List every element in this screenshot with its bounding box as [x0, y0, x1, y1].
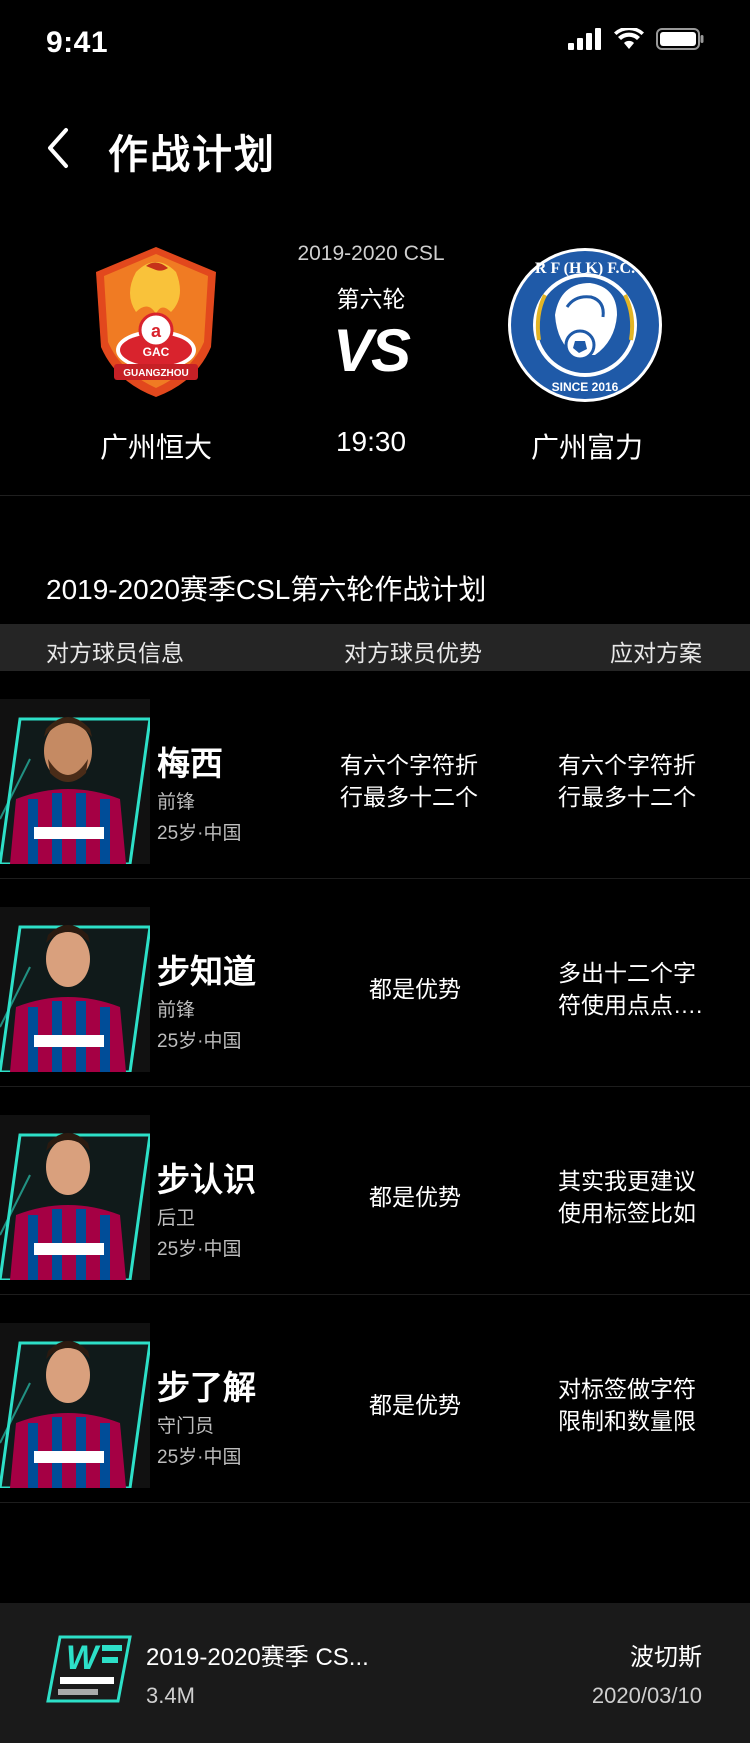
player-position: 前锋	[157, 1000, 196, 1021]
player-position: 后卫	[157, 1208, 196, 1229]
player-countermeasure: 多出十二个字符使用点点….	[558, 960, 703, 1018]
home-team-name: 广州恒大	[99, 432, 212, 463]
nav-bar: 作战计划	[0, 110, 750, 190]
table-header: 对方球员信息 对方球员优势 应对方案	[0, 624, 750, 671]
page-title: 作战计划	[108, 133, 276, 177]
back-arrow-icon[interactable]	[42, 126, 76, 170]
player-name: 步了解	[157, 1369, 256, 1406]
player-photo	[0, 907, 150, 1072]
plan-title: 2019-2020赛季CSL第六轮作战计划	[46, 574, 487, 605]
header-countermeasure: 应对方案	[610, 640, 702, 666]
svg-text:W: W	[66, 1639, 101, 1677]
file-size: 3.4M	[146, 1683, 195, 1708]
player-row[interactable]: 步知道 前锋 25岁·中国 都是优势 多出十二个字符使用点点….	[0, 879, 750, 1087]
file-author: 波切斯	[630, 1644, 702, 1671]
player-photo	[0, 699, 150, 864]
player-photo	[0, 1323, 150, 1488]
player-list: 梅西 前锋 25岁·中国 有六个字符折行最多十二个 有六个字符折行最多十二个 步…	[0, 671, 750, 1503]
player-row[interactable]: 步认识 后卫 25岁·中国 都是优势 其实我更建议使用标签比如	[0, 1087, 750, 1295]
file-date: 2020/03/10	[591, 1683, 702, 1708]
status-time: 9:41	[46, 26, 109, 59]
player-advantage: 都是优势	[369, 1184, 461, 1210]
player-name: 步认识	[157, 1161, 256, 1198]
player-advantage: 都是优势	[369, 1392, 461, 1418]
player-info: 25岁·中国	[157, 1031, 242, 1052]
player-row[interactable]: 梅西 前锋 25岁·中国 有六个字符折行最多十二个 有六个字符折行最多十二个	[0, 671, 750, 879]
match-header: a GAC GUANGZHOU 广州恒大 2019-2020 CSL 第六轮 V…	[0, 230, 750, 496]
player-photo	[0, 1115, 150, 1280]
player-advantage: 有六个字符折行最多十二个	[340, 752, 478, 810]
home-team-logo: a GAC GUANGZHOU	[96, 247, 216, 397]
away-team-name: 广州富力	[530, 432, 643, 463]
player-countermeasure: 对标签做字符限制和数量限	[558, 1376, 696, 1434]
header-player-info: 对方球员信息	[46, 640, 184, 666]
away-team-logo: R F (H K) F.C. SINCE 2016	[508, 248, 662, 402]
svg-text:a: a	[151, 321, 162, 341]
header-player-advantage: 对方球员优势	[344, 640, 482, 666]
home-logo-text: GUANGZHOU	[123, 368, 189, 379]
player-countermeasure: 有六个字符折行最多十二个	[558, 752, 696, 810]
player-info: 25岁·中国	[157, 823, 242, 844]
status-icons	[568, 28, 704, 50]
player-position: 守门员	[157, 1416, 215, 1437]
match-round: 第六轮	[336, 286, 406, 312]
kickoff-time: 19:30	[335, 426, 407, 457]
wifi-icon	[614, 28, 644, 49]
match-season: 2019-2020 CSL	[297, 242, 445, 265]
player-name: 步知道	[157, 953, 256, 990]
home-logo-badge: GAC	[143, 345, 170, 359]
player-countermeasure: 其实我更建议使用标签比如	[558, 1168, 696, 1226]
w-logo-icon: W	[46, 1635, 132, 1703]
player-info: 25岁·中国	[157, 1447, 242, 1468]
status-bar: 9:41	[0, 0, 750, 88]
player-row[interactable]: 步了解 守门员 25岁·中国 都是优势 对标签做字符限制和数量限	[0, 1295, 750, 1503]
away-logo-text-top: R F (H K) F.C.	[535, 260, 635, 277]
player-info: 25岁·中国	[157, 1239, 242, 1260]
player-advantage: 都是优势	[369, 976, 461, 1002]
file-name: 2019-2020赛季 CS...	[146, 1644, 369, 1671]
battery-icon	[656, 28, 704, 50]
away-logo-text-bottom: SINCE 2016	[552, 380, 619, 394]
file-bar[interactable]: W 2019-2020赛季 CS... 3.4M 波切斯 2020/03/10	[0, 1603, 750, 1743]
signal-icon	[568, 28, 601, 50]
player-position: 前锋	[157, 792, 196, 813]
player-name: 梅西	[157, 745, 223, 782]
vs-label: VS	[332, 317, 411, 384]
